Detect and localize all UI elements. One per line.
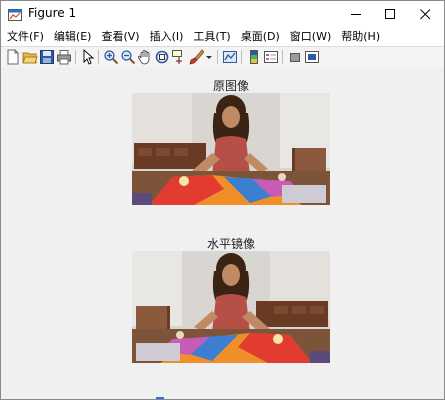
mirrored-photo-graphic: [132, 251, 330, 363]
arrow-pointer-icon: [83, 49, 95, 65]
menu-help[interactable]: 帮助(H): [337, 27, 384, 46]
close-icon: [419, 8, 430, 19]
menu-file[interactable]: 文件(F): [3, 27, 48, 46]
link-plot-button[interactable]: [222, 49, 238, 65]
menu-window[interactable]: 窗口(W): [286, 27, 335, 46]
resize-grip-marker: [156, 397, 164, 399]
hand-icon: [138, 50, 150, 65]
colorbar-icon: [250, 50, 258, 64]
maximize-icon: [384, 8, 395, 19]
matlab-figure-icon: [8, 7, 22, 21]
legend-icon: [264, 51, 278, 63]
minimize-button[interactable]: [339, 1, 373, 27]
rotate-3d-button[interactable]: [154, 49, 170, 65]
new-figure-button[interactable]: [5, 49, 21, 65]
open-file-button[interactable]: [22, 49, 38, 65]
edit-plot-button[interactable]: [80, 49, 96, 65]
original-image: [132, 93, 330, 205]
menu-tools[interactable]: 工具(T): [189, 27, 234, 46]
folder-open-icon: [22, 52, 38, 64]
chevron-down-icon: [206, 56, 212, 59]
new-file-icon: [7, 49, 19, 65]
menu-view[interactable]: 查看(V): [97, 27, 143, 46]
axes-title-mirrored: 水平镜像: [206, 237, 255, 251]
mirrored-image: [132, 251, 330, 363]
figure-toolbar: [1, 46, 444, 68]
zoom-in-icon: [104, 50, 119, 65]
toolbar-separator: [241, 50, 242, 64]
insert-legend-button[interactable]: [263, 49, 279, 65]
zoom-out-icon: [121, 50, 136, 65]
link-plot-icon: [223, 51, 237, 63]
hide-plot-tools-button[interactable]: [287, 49, 303, 65]
axes-title-original: 原图像: [212, 79, 249, 93]
maximize-button[interactable]: [373, 1, 407, 27]
hide-plot-tools-icon: [290, 53, 300, 62]
figure-window: Figure 1 文件(F) 编辑(E) 查看(V) 插入(I) 工具(T) 桌…: [0, 0, 445, 400]
insert-colorbar-button[interactable]: [246, 49, 262, 65]
printer-icon: [57, 50, 71, 65]
menu-edit[interactable]: 编辑(E): [50, 27, 96, 46]
brush-dropdown-button[interactable]: [204, 49, 214, 65]
menu-desktop[interactable]: 桌面(D): [237, 27, 284, 46]
close-button[interactable]: [408, 1, 442, 27]
data-cursor-button[interactable]: [171, 49, 187, 65]
brush-button[interactable]: [188, 49, 204, 65]
minimize-icon: [350, 13, 361, 15]
window-title: Figure 1: [28, 6, 77, 20]
floppy-disk-icon: [40, 50, 54, 64]
brush-icon: [189, 49, 204, 65]
toolbar-separator: [75, 50, 76, 64]
title-bar[interactable]: Figure 1: [1, 1, 444, 27]
show-plot-tools-icon: [305, 51, 319, 63]
rotate-icon: [155, 50, 169, 64]
show-plot-tools-button[interactable]: [304, 49, 320, 65]
pan-button[interactable]: [137, 49, 153, 65]
original-photo-graphic: [132, 93, 330, 205]
toolbar-separator: [98, 50, 99, 64]
zoom-in-button[interactable]: [103, 49, 119, 65]
toolbar-separator: [217, 50, 218, 64]
menu-bar: 文件(F) 编辑(E) 查看(V) 插入(I) 工具(T) 桌面(D) 窗口(W…: [1, 27, 444, 46]
toolbar-separator: [282, 50, 283, 64]
data-cursor-icon: [172, 50, 182, 64]
zoom-out-button[interactable]: [120, 49, 136, 65]
save-button[interactable]: [39, 49, 55, 65]
menu-insert[interactable]: 插入(I): [146, 27, 188, 46]
print-button[interactable]: [56, 49, 72, 65]
